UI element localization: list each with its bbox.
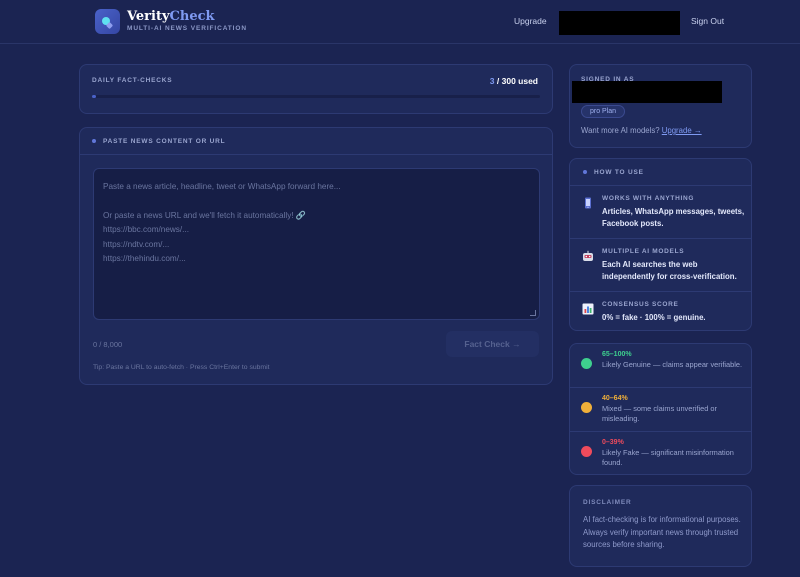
resize-handle-icon[interactable] bbox=[530, 310, 536, 316]
top-bar: VerityCheck MULTI-AI NEWS VERIFICATION U… bbox=[0, 0, 800, 44]
paste-card-header: PASTE NEWS CONTENT OR URL bbox=[80, 128, 552, 155]
redacted-email bbox=[572, 81, 722, 103]
more-models-text: Want more AI models? Upgrade → bbox=[581, 126, 702, 135]
howto-item-title: WORKS WITH ANYTHING bbox=[602, 195, 695, 202]
brand-name[interactable]: VerityCheck bbox=[127, 9, 215, 24]
upgrade-link[interactable]: Upgrade → bbox=[662, 126, 702, 135]
char-count: 0 / 8,000 bbox=[93, 340, 123, 349]
brand-subtitle: MULTI-AI NEWS VERIFICATION bbox=[127, 25, 247, 32]
redacted-user-info bbox=[559, 11, 680, 35]
score-legend-card: 65–100% Likely Genuine — claims appear v… bbox=[569, 343, 752, 475]
score-row-fake: 0–39% Likely Fake — significant misinfor… bbox=[570, 432, 751, 476]
disclaimer-title: DISCLAIMER bbox=[583, 499, 632, 506]
usage-progress-bar bbox=[92, 95, 540, 98]
phone-icon bbox=[582, 197, 594, 209]
bullet-icon bbox=[583, 170, 587, 174]
sign-out-link[interactable]: Sign Out bbox=[691, 16, 724, 26]
usage-progress-fill bbox=[92, 95, 97, 98]
robot-icon bbox=[582, 250, 594, 262]
how-to-use-header: HOW TO USE bbox=[570, 159, 751, 186]
paste-label: PASTE NEWS CONTENT OR URL bbox=[103, 138, 226, 145]
score-desc: Mixed — some claims unverified or mislea… bbox=[602, 404, 718, 423]
plan-badge: pro Plan bbox=[581, 105, 626, 118]
howto-item-desc: 0% = fake · 100% = genuine. bbox=[602, 313, 706, 322]
chart-icon bbox=[582, 303, 594, 315]
how-to-use-title: HOW TO USE bbox=[594, 169, 644, 176]
green-circle-icon bbox=[581, 358, 592, 369]
howto-item: MULTIPLE AI MODELS Each AI searches the … bbox=[570, 239, 751, 292]
score-range: 65–100% bbox=[602, 351, 632, 358]
submit-tip: Tip: Paste a URL to auto-fetch · Press C… bbox=[93, 364, 270, 371]
howto-item-desc: Articles, WhatsApp messages, tweets, Fac… bbox=[602, 207, 745, 228]
howto-item: WORKS WITH ANYTHING Articles, WhatsApp m… bbox=[570, 186, 751, 239]
yellow-circle-icon bbox=[581, 402, 592, 413]
usage-counter: 3 / 300 used bbox=[489, 76, 538, 86]
score-desc: Likely Genuine — claims appear verifiabl… bbox=[602, 360, 743, 369]
howto-item-desc: Each AI searches the web independently f… bbox=[602, 260, 737, 281]
logo-icon[interactable] bbox=[95, 9, 120, 34]
score-row-genuine: 65–100% Likely Genuine — claims appear v… bbox=[570, 344, 751, 388]
disclaimer-card: DISCLAIMER AI fact-checking is for infor… bbox=[569, 485, 752, 567]
score-row-mixed: 40–64% Mixed — some claims unverified or… bbox=[570, 388, 751, 432]
nav-upgrade-link[interactable]: Upgrade bbox=[514, 16, 547, 26]
score-range: 40–64% bbox=[602, 395, 628, 402]
bullet-icon bbox=[92, 139, 96, 143]
score-range: 0–39% bbox=[602, 439, 624, 446]
account-card: SIGNED IN AS pro Plan Want more AI model… bbox=[569, 64, 752, 148]
daily-label: DAILY FACT-CHECKS bbox=[92, 77, 173, 84]
disclaimer-text: AI fact-checking is for informational pu… bbox=[583, 515, 741, 549]
paste-card: PASTE NEWS CONTENT OR URL Paste a news a… bbox=[79, 127, 553, 385]
how-to-use-card: HOW TO USE WORKS WITH ANYTHING Articles,… bbox=[569, 158, 752, 331]
daily-usage-card: DAILY FACT-CHECKS 3 / 300 used bbox=[79, 64, 553, 114]
howto-item: CONSENSUS SCORE 0% = fake · 100% = genui… bbox=[570, 292, 751, 332]
howto-item-title: MULTIPLE AI MODELS bbox=[602, 248, 685, 255]
fact-check-button[interactable]: Fact Check → bbox=[446, 331, 539, 357]
red-circle-icon bbox=[581, 446, 592, 457]
howto-item-title: CONSENSUS SCORE bbox=[602, 301, 679, 308]
score-desc: Likely Fake — significant misinformation… bbox=[602, 448, 734, 467]
news-content-input[interactable]: Paste a news article, headline, tweet or… bbox=[93, 168, 540, 320]
